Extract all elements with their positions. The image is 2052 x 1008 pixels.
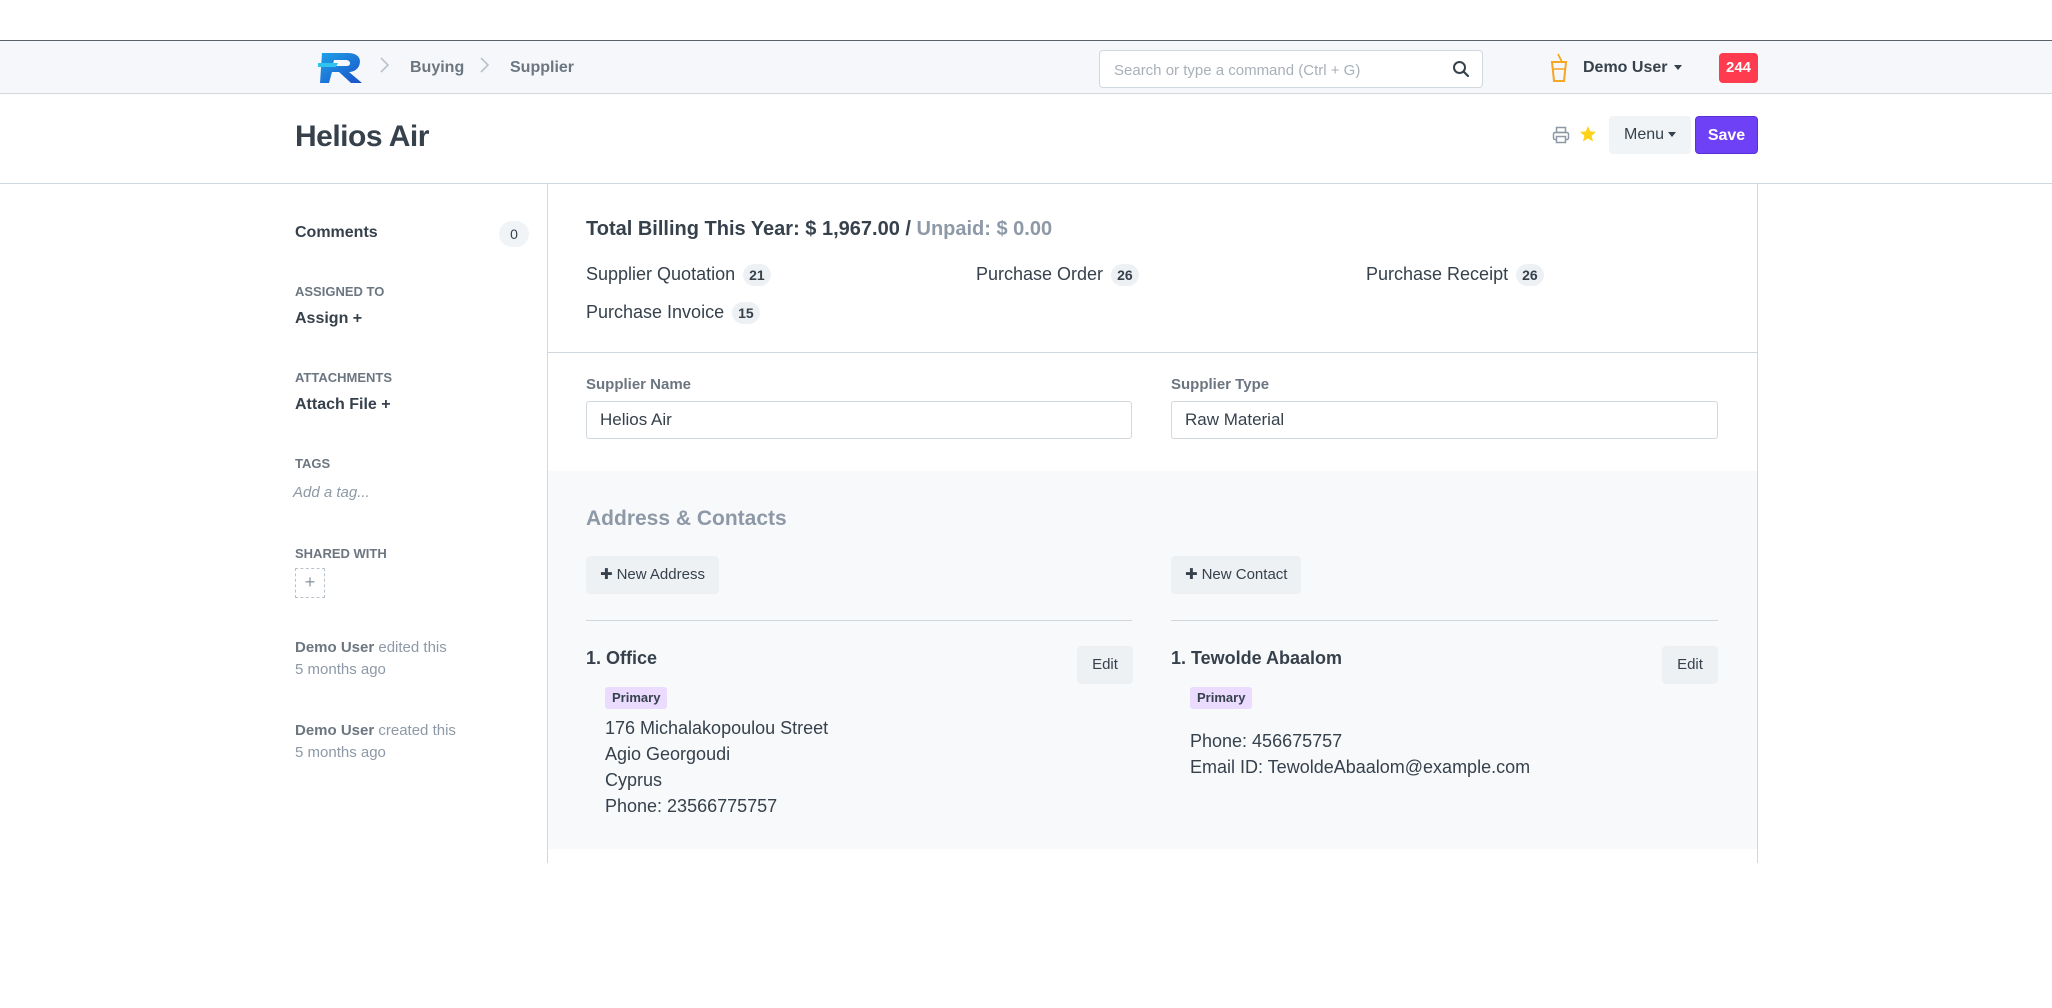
new-contact-button[interactable]: ✚ New Contact [1171,556,1302,594]
stat-count: 26 [1516,264,1544,287]
chevron-right-icon [380,57,390,73]
activity-time: 5 months ago [295,744,386,761]
activity-user[interactable]: Demo User [295,722,374,739]
menu-button[interactable]: Menu [1609,116,1691,154]
search-box [1099,50,1483,89]
stat-label: Purchase Receipt [1366,264,1509,284]
stat-label: Purchase Order [976,264,1104,284]
add-share-button[interactable]: + [295,568,325,598]
address-line: Agio Georgoudi [605,744,731,764]
activity-action: created this [374,722,456,739]
plus-icon: ✚ [1185,566,1198,583]
address-contacts-section: Address & Contacts ✚ New Address ✚ New Con… [548,471,1757,849]
assign-link[interactable]: Assign + [295,310,362,328]
caret-down-icon [1674,65,1683,71]
form-main: Total Billing This Year: $ 1,967.00 / Un… [547,184,1758,863]
stat-count: 15 [732,302,760,325]
user-name: Demo User [1583,59,1668,76]
print-icon[interactable] [1552,126,1570,144]
primary-badge: Primary [1190,687,1253,709]
edit-contact-button[interactable]: Edit [1662,646,1718,684]
top-navbar: Buying Supplier Demo User 244 [0,40,2052,94]
breadcrumb-buying[interactable]: Buying [410,59,464,77]
comments-count: 0 [499,221,529,247]
comments-link[interactable]: Comments [295,224,378,242]
breadcrumb-supplier[interactable]: Supplier [510,59,574,77]
contact-line: Email ID: TewoldeAbaalom@example.com [1190,757,1531,777]
contact-line: Phone: 456675757 [1190,731,1343,751]
divider [1171,620,1718,621]
activity-item: Demo User created this 5 months ago [295,720,456,764]
divider [586,620,1132,621]
contact-title: 1. Tewolde Abaalom [1171,648,1343,668]
activity-user[interactable]: Demo User [295,639,374,656]
menu-label: Menu [1623,126,1665,143]
attach-file-link[interactable]: Attach File + [295,396,391,414]
attachments-label: ATTACHMENTS [295,370,393,385]
chevron-right-icon [480,57,490,73]
stat-count: 26 [1111,264,1139,287]
caret-down-icon [1668,132,1677,138]
stat-count: 21 [743,264,771,287]
tag-input[interactable]: Add a tag... [293,484,370,501]
user-menu[interactable]: Demo User [1583,59,1683,77]
edit-address-button[interactable]: Edit [1077,646,1133,684]
page-header: Helios Air Menu Save [0,94,2052,184]
billing-summary: Total Billing This Year: $ 1,967.00 / Un… [586,218,1052,241]
supplier-name-label: Supplier Name [586,376,692,393]
notification-badge[interactable]: 244 [1719,53,1758,83]
plus-icon: ✚ [600,566,613,583]
search-input[interactable] [1112,51,1446,89]
stat-supplier-quotation[interactable]: Supplier Quotation 21 [586,264,771,287]
new-contact-label: New Contact [1201,566,1288,583]
stat-purchase-order[interactable]: Purchase Order 26 [976,264,1139,287]
supplier-type-label: Supplier Type [1171,376,1270,393]
search-icon[interactable] [1452,60,1470,78]
primary-badge: Primary [605,687,668,709]
drink-cup-icon[interactable] [1549,53,1569,83]
supplier-name-input[interactable] [586,401,1132,439]
address-title: 1. Office [586,648,658,668]
shared-with-label: SHARED WITH [295,546,387,561]
activity-action: edited this [374,639,447,656]
stat-label: Purchase Invoice [586,302,725,322]
supplier-type-input[interactable] [1171,401,1718,439]
save-button[interactable]: Save [1695,116,1758,154]
new-address-button[interactable]: ✚ New Address [586,556,719,594]
address-line: Cyprus [605,770,663,790]
unpaid-amount: Unpaid: $ 0.00 [916,218,1053,240]
activity-item: Demo User edited this 5 months ago [295,637,447,681]
assigned-to-label: ASSIGNED TO [295,284,385,299]
new-address-label: New Address [616,566,705,583]
total-billing: Total Billing This Year: $ 1,967.00 / [586,218,917,240]
tags-label: TAGS [295,456,331,471]
app-logo[interactable] [318,49,366,85]
stat-purchase-receipt[interactable]: Purchase Receipt 26 [1366,264,1544,287]
stat-label: Supplier Quotation [586,264,736,284]
address-line: Phone: 23566775757 [605,796,778,816]
page-title: Helios Air [295,120,429,153]
section-title[interactable]: Address & Contacts [586,507,787,531]
activity-time: 5 months ago [295,661,386,678]
divider [548,352,1757,353]
star-icon[interactable] [1579,125,1597,143]
address-line: 176 Michalakopoulou Street [605,718,829,738]
stat-purchase-invoice[interactable]: Purchase Invoice 15 [586,302,760,325]
